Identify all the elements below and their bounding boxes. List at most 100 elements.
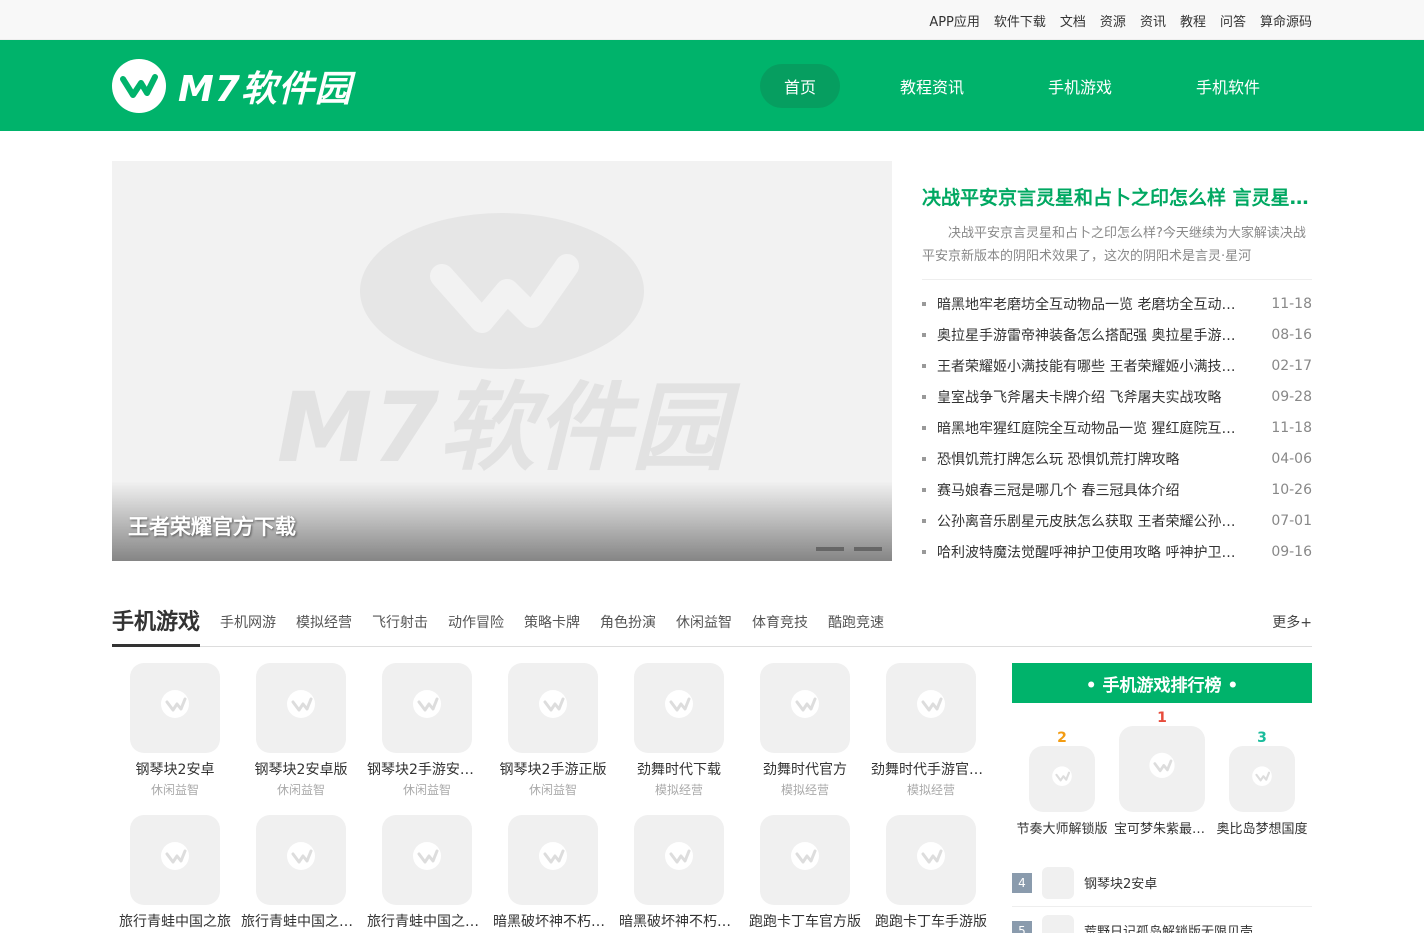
podium-icon[interactable] [1229,746,1295,812]
news-item[interactable]: 暗黑地牢老磨坊全互动物品一览 老磨坊全互动物品介绍 11-18 [922,288,1312,319]
news-item[interactable]: 王者荣耀姬小满技能有哪些 王者荣耀姬小满技能介绍 02-17 [922,350,1312,381]
slider-dot[interactable] [816,547,844,551]
podium-icon[interactable] [1029,746,1095,812]
app-icon[interactable] [634,663,724,753]
news-title[interactable]: 公孙离音乐剧星元皮肤怎么获取 王者荣耀公孙离皮肤 [922,511,1242,531]
app-icon[interactable] [886,663,976,753]
app-icon[interactable] [508,815,598,905]
app-card[interactable]: 跑跑卡丁车手游版酷跑竞速 [868,815,994,933]
app-icon[interactable] [634,815,724,905]
rank-app-icon[interactable] [1042,866,1074,899]
podium-name[interactable]: 节奏大师解锁版 [1014,818,1110,837]
podium-name[interactable]: 奥比岛梦想国度 [1214,818,1310,837]
news-title[interactable]: 奥拉星手游雷帝神装备怎么搭配强 奥拉星手游雷帝搭配 [922,325,1242,345]
app-icon[interactable] [760,815,850,905]
news-title[interactable]: 哈利波特魔法觉醒呼神护卫使用攻略 呼神护卫技巧 [922,542,1242,562]
news-title[interactable]: 皇室战争飞斧屠夫卡牌介绍 飞斧屠夫实战攻略 [922,387,1242,407]
top-link[interactable]: 教程 [1180,11,1206,30]
app-icon[interactable] [382,663,472,753]
app-card[interactable]: 旅行青蛙中国之旅官方休闲益智 [364,815,490,933]
slider-dot[interactable] [854,547,882,551]
category-tab[interactable]: 休闲益智 [676,612,732,632]
app-name[interactable]: 钢琴块2安卓版 [241,759,361,779]
app-name[interactable]: 暗黑破坏神不朽官方 [619,911,739,931]
news-item[interactable]: 公孙离音乐剧星元皮肤怎么获取 王者荣耀公孙离皮肤 07-01 [922,505,1312,536]
app-card[interactable]: 劲舞时代官方 模拟经营 [742,663,868,803]
news-title[interactable]: 暗黑地牢老磨坊全互动物品一览 老磨坊全互动物品介绍 [922,294,1242,314]
rank-app-icon[interactable] [1042,914,1074,933]
headline-link[interactable]: 决战平安京言灵星和占卜之印怎么样 言灵星和占卜之印技能 [922,183,1312,210]
app-name[interactable]: 钢琴块2手游安卓版 [367,759,487,779]
top-link[interactable]: 文档 [1060,11,1086,30]
news-title[interactable]: 暗黑地牢猩红庭院全互动物品一览 猩红庭院互动物品 [922,418,1242,438]
podium-item[interactable]: 2 节奏大师解锁版 [1014,730,1110,837]
more-link[interactable]: 更多+ [1272,612,1312,632]
app-card[interactable]: 劲舞时代手游官方版 模拟经营 [868,663,994,803]
news-title[interactable]: 恐惧饥荒打牌怎么玩 恐惧饥荒打牌攻略 [922,449,1242,469]
top-link[interactable]: 问答 [1220,11,1246,30]
app-card[interactable]: 旅行青蛙中国之旅休闲益智 [112,815,238,933]
app-card[interactable]: 钢琴块2安卓版 休闲益智 [238,663,364,803]
category-tab[interactable]: 模拟经营 [296,612,352,632]
app-card[interactable]: 旅行青蛙中国之旅版休闲益智 [238,815,364,933]
nav-item[interactable]: 教程资讯 [876,64,988,108]
app-name[interactable]: 旅行青蛙中国之旅版 [241,911,361,931]
app-card[interactable]: 暗黑破坏神不朽手游动作冒险 [490,815,616,933]
news-title[interactable]: 赛马娘春三冠是哪几个 春三冠具体介绍 [922,480,1242,500]
app-card[interactable]: 钢琴块2手游正版 休闲益智 [490,663,616,803]
slider-caption[interactable]: 王者荣耀官方下载 [128,511,296,541]
top-link[interactable]: 算命源码 [1260,11,1312,30]
hero-slider[interactable]: M7软件园 王者荣耀官方下载 [112,161,892,561]
news-item[interactable]: 暗黑地牢猩红庭院全互动物品一览 猩红庭院互动物品 11-18 [922,412,1312,443]
category-tab[interactable]: 角色扮演 [600,612,656,632]
news-item[interactable]: 哈利波特魔法觉醒呼神护卫使用攻略 呼神护卫技巧 09-16 [922,536,1312,567]
top-link[interactable]: 软件下载 [994,11,1046,30]
category-tab[interactable]: 手机网游 [220,612,276,632]
app-icon[interactable] [760,663,850,753]
app-name[interactable]: 钢琴块2手游正版 [493,759,613,779]
news-item[interactable]: 皇室战争飞斧屠夫卡牌介绍 飞斧屠夫实战攻略 09-28 [922,381,1312,412]
news-item[interactable]: 恐惧饥荒打牌怎么玩 恐惧饥荒打牌攻略 04-06 [922,443,1312,474]
category-tab[interactable]: 飞行射击 [372,612,428,632]
app-name[interactable]: 旅行青蛙中国之旅官方 [367,911,487,931]
news-item[interactable]: 赛马娘春三冠是哪几个 春三冠具体介绍 10-26 [922,474,1312,505]
category-tab[interactable]: 策略卡牌 [524,612,580,632]
app-name[interactable]: 跑跑卡丁车官方版 [745,911,865,931]
app-name[interactable]: 跑跑卡丁车手游版 [871,911,991,931]
app-icon[interactable] [886,815,976,905]
app-name[interactable]: 钢琴块2安卓 [115,759,235,779]
rank-app-name[interactable]: 钢琴块2安卓 [1084,873,1157,892]
top-link[interactable]: 资讯 [1140,11,1166,30]
app-icon[interactable] [382,815,472,905]
news-title[interactable]: 王者荣耀姬小满技能有哪些 王者荣耀姬小满技能介绍 [922,356,1242,376]
podium-item[interactable]: 1 宝可梦朱紫最新版 [1114,710,1210,837]
app-card[interactable]: 跑跑卡丁车官方版酷跑竞速 [742,815,868,933]
app-card[interactable]: 钢琴块2安卓 休闲益智 [112,663,238,803]
app-name[interactable]: 劲舞时代官方 [745,759,865,779]
rank-row[interactable]: 5 荒野日记孤岛解锁版无限贝壳 [1012,907,1312,933]
rank-app-name[interactable]: 荒野日记孤岛解锁版无限贝壳 [1084,921,1253,933]
app-name[interactable]: 劲舞时代下载 [619,759,739,779]
category-tab[interactable]: 动作冒险 [448,612,504,632]
app-card[interactable]: 钢琴块2手游安卓版 休闲益智 [364,663,490,803]
category-tab[interactable]: 酷跑竞速 [828,612,884,632]
app-name[interactable]: 劲舞时代手游官方版 [871,759,991,779]
rank-row[interactable]: 4 钢琴块2安卓 [1012,859,1312,907]
site-logo[interactable]: M7软件园 [112,58,352,113]
app-card[interactable]: 劲舞时代下载 模拟经营 [616,663,742,803]
top-link[interactable]: APP应用 [929,11,980,30]
podium-icon[interactable] [1119,726,1205,812]
app-icon[interactable] [508,663,598,753]
top-link[interactable]: 资源 [1100,11,1126,30]
podium-item[interactable]: 3 奥比岛梦想国度 [1214,730,1310,837]
podium-name[interactable]: 宝可梦朱紫最新版 [1114,818,1210,837]
app-name[interactable]: 暗黑破坏神不朽手游 [493,911,613,931]
nav-item[interactable]: 首页 [759,63,840,108]
news-item[interactable]: 奥拉星手游雷帝神装备怎么搭配强 奥拉星手游雷帝搭配 08-16 [922,319,1312,350]
category-tab[interactable]: 体育竞技 [752,612,808,632]
app-icon[interactable] [256,663,346,753]
app-icon[interactable] [130,815,220,905]
nav-item[interactable]: 手机游戏 [1024,64,1136,108]
app-card[interactable]: 暗黑破坏神不朽官方动作冒险 [616,815,742,933]
nav-item[interactable]: 手机软件 [1172,64,1284,108]
